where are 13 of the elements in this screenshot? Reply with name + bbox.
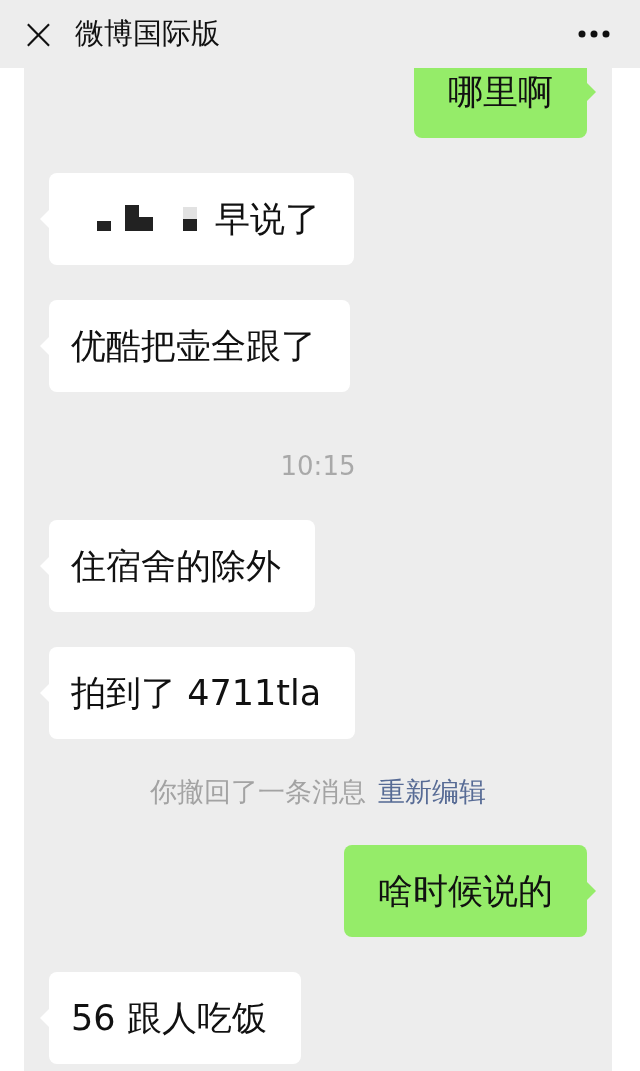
message-bubble: 啥时候说的 xyxy=(344,845,587,937)
message-bubble: 早说了 xyxy=(49,173,354,265)
more-icon[interactable] xyxy=(578,30,610,38)
message-bubble: 拍到了 4711tla xyxy=(49,647,356,739)
timestamp: 10:15 xyxy=(280,450,356,483)
recall-notice: 你撤回了一条消息 xyxy=(150,775,366,809)
close-button[interactable]: × xyxy=(20,12,57,56)
message-bubble: 优酷把壶全跟了 xyxy=(49,300,350,392)
window-title: 微博国际版 xyxy=(74,15,221,52)
re-edit-link[interactable]: 重新编辑 xyxy=(378,774,486,810)
message-bubble: 住宿舍的除外 xyxy=(49,520,315,612)
message-bubble: 哪里啊 xyxy=(414,68,587,138)
message-bubble: 56 跟人吃饭 xyxy=(49,972,301,1064)
